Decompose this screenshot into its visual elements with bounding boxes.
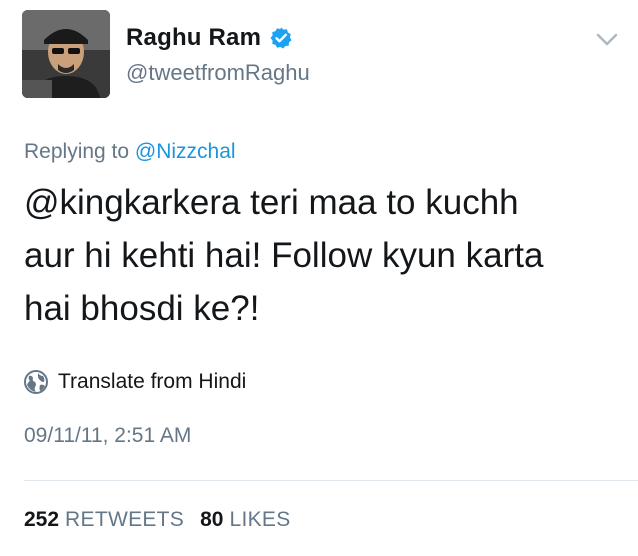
chevron-down-icon[interactable] bbox=[595, 32, 619, 48]
tweet-line-1: @kingkarkera teri maa to kuchh bbox=[24, 183, 519, 222]
globe-icon bbox=[24, 370, 48, 394]
tweet-line-2: aur hi kehti hai! Follow kyun karta bbox=[24, 236, 544, 275]
profile-photo bbox=[22, 10, 110, 98]
retweets-label: RETWEETS bbox=[65, 508, 185, 531]
verified-badge-icon bbox=[270, 27, 292, 49]
author-name-row[interactable]: Raghu Ram bbox=[126, 24, 293, 52]
author-handle[interactable]: @tweetfromRaghu bbox=[126, 60, 310, 86]
likes-stat[interactable]: 80 LIKES bbox=[200, 508, 290, 532]
likes-label: LIKES bbox=[229, 508, 291, 531]
retweets-stat[interactable]: 252 RETWEETS bbox=[24, 508, 184, 532]
likes-count: 80 bbox=[200, 508, 224, 531]
tweet-stats: 252 RETWEETS 80 LIKES bbox=[24, 508, 307, 532]
translate-button[interactable]: Translate from Hindi bbox=[24, 370, 246, 394]
reply-target-link[interactable]: @Nizzchal bbox=[135, 140, 236, 163]
divider bbox=[24, 480, 638, 481]
author-display-name[interactable]: Raghu Ram bbox=[126, 24, 261, 52]
retweets-count: 252 bbox=[24, 508, 60, 531]
tweet-line-3: hai bhosdi ke?! bbox=[24, 289, 260, 328]
avatar[interactable] bbox=[22, 10, 110, 98]
translate-label[interactable]: Translate from Hindi bbox=[58, 370, 246, 394]
tweet-timestamp[interactable]: 09/11/11, 2:51 AM bbox=[24, 424, 191, 448]
replying-prefix: Replying to bbox=[24, 140, 135, 163]
tweet-text: @kingkarkera teri maa to kuchh aur hi ke… bbox=[24, 176, 624, 335]
replying-to: Replying to @Nizzchal bbox=[24, 140, 236, 164]
